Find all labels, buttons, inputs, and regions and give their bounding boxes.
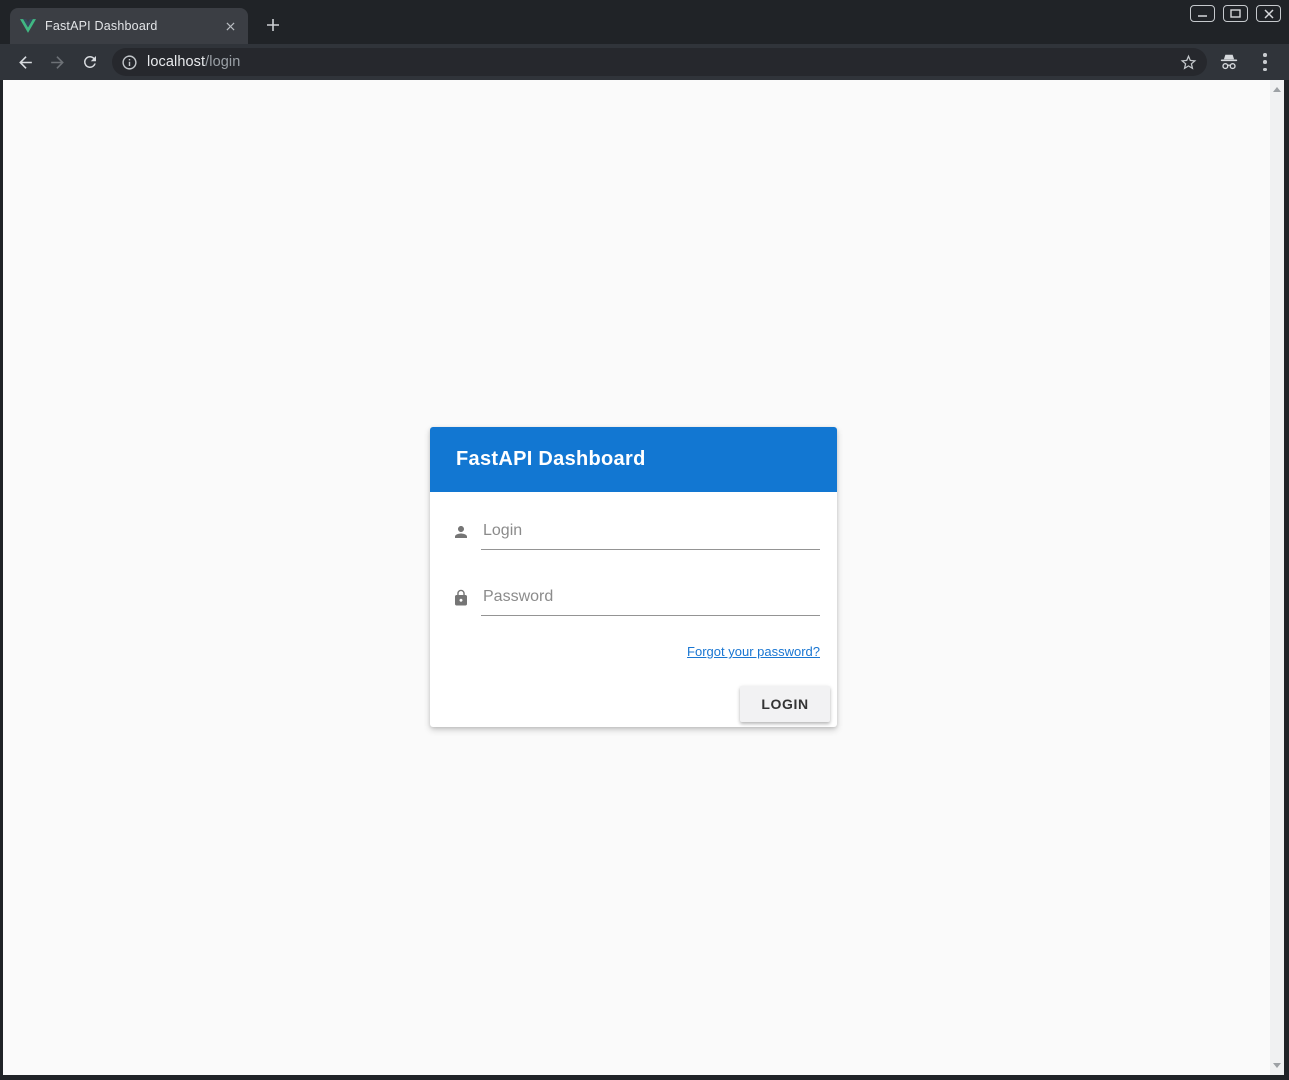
browser-toolbar: localhost/login <box>0 44 1289 80</box>
forgot-password-wrap: Forgot your password? <box>687 643 820 661</box>
login-card: FastAPI Dashboard Forgot your passwo <box>430 427 837 727</box>
new-tab-button[interactable] <box>259 11 287 39</box>
menu-icon[interactable] <box>1263 53 1267 71</box>
minimize-button[interactable] <box>1190 5 1215 22</box>
reload-button[interactable] <box>78 50 102 74</box>
login-button[interactable]: LOGIN <box>740 686 830 722</box>
scroll-up-arrow-icon[interactable] <box>1273 87 1281 92</box>
url-path: /login <box>205 54 240 70</box>
login-input[interactable] <box>481 522 820 550</box>
address-bar[interactable]: localhost/login <box>112 48 1207 76</box>
incognito-icon <box>1218 52 1240 72</box>
browser-window: FastAPI Dashboard <box>0 0 1289 1080</box>
maximize-button[interactable] <box>1223 5 1248 22</box>
card-header: FastAPI Dashboard <box>430 427 837 492</box>
url-text: localhost/login <box>147 54 240 70</box>
login-field-row <box>452 522 820 550</box>
person-icon <box>452 523 470 541</box>
tab-close-icon[interactable] <box>222 18 238 34</box>
close-button[interactable] <box>1256 5 1281 22</box>
card-actions: LOGIN <box>740 686 830 722</box>
password-input[interactable] <box>481 588 820 616</box>
page-content: FastAPI Dashboard Forgot your passwo <box>3 80 1284 1075</box>
vue-logo-icon <box>20 18 36 34</box>
browser-tab[interactable]: FastAPI Dashboard <box>10 8 248 44</box>
password-field-row <box>452 588 820 616</box>
tab-strip: FastAPI Dashboard <box>0 0 1289 44</box>
page-scrollbar[interactable] <box>1270 80 1284 1075</box>
scroll-down-arrow-icon[interactable] <box>1273 1063 1281 1068</box>
lock-icon <box>452 589 470 607</box>
back-button[interactable] <box>13 50 37 74</box>
site-info-icon[interactable] <box>121 54 138 71</box>
url-host: localhost <box>147 54 205 70</box>
bookmark-star-icon[interactable] <box>1179 53 1198 72</box>
window-controls <box>1190 5 1281 22</box>
forgot-password-link[interactable]: Forgot your password? <box>687 644 820 659</box>
card-title: FastAPI Dashboard <box>456 448 646 471</box>
card-body: Forgot your password? LOGIN <box>430 492 837 727</box>
tab-title: FastAPI Dashboard <box>45 19 222 33</box>
forward-button[interactable] <box>45 50 69 74</box>
